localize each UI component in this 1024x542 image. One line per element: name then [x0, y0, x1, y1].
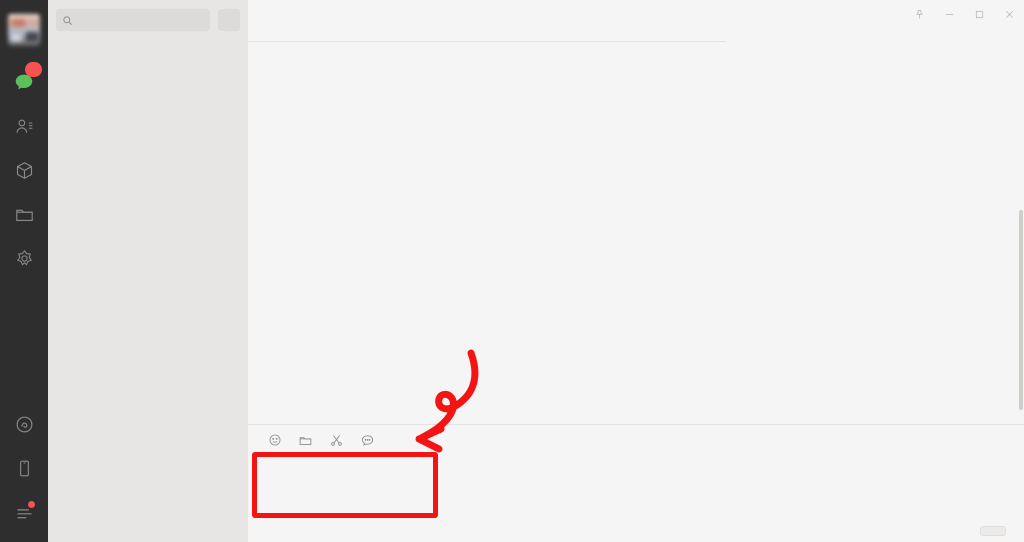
contacts-icon: [16, 119, 32, 133]
mini-program-icon: [16, 416, 32, 432]
sidebar-item-chats[interactable]: [0, 60, 48, 104]
pin-icon: [915, 9, 923, 19]
send-button-wrap: [980, 526, 1006, 536]
chat-history-icon: [361, 434, 374, 446]
maximize-button[interactable]: [964, 0, 994, 28]
chat-history-button[interactable]: [360, 433, 375, 448]
send-file-button[interactable]: [298, 433, 313, 448]
emoji-button[interactable]: [268, 433, 282, 447]
emoji-icon: [269, 434, 281, 446]
chat-list-panel: [48, 0, 248, 542]
close-button[interactable]: [994, 0, 1024, 28]
moments-atom-icon: [16, 249, 32, 266]
close-icon: [1005, 10, 1013, 18]
search-bar: [48, 0, 248, 40]
composer: [248, 424, 1024, 542]
maximize-icon: [975, 10, 983, 18]
send-button[interactable]: [980, 526, 1006, 536]
add-chat-button[interactable]: [218, 9, 240, 31]
sidebar-item-moments[interactable]: [0, 236, 48, 280]
wechat-window: [0, 0, 1024, 542]
sidebar-item-files[interactable]: [0, 192, 48, 236]
pin-button[interactable]: [904, 0, 934, 28]
minimize-button[interactable]: [934, 0, 964, 28]
files-folder-icon: [15, 209, 33, 221]
search-icon: [63, 15, 72, 25]
left-icon-rail: [0, 0, 48, 542]
composer-toolbar: [248, 425, 1024, 451]
message-scroll-area[interactable]: [248, 42, 1024, 424]
sidebar-item-contacts[interactable]: [0, 104, 48, 148]
favorites-box-icon: [16, 161, 32, 179]
search-input[interactable]: [56, 9, 210, 31]
sidebar-item-phone[interactable]: [0, 446, 48, 490]
phone-icon: [19, 460, 29, 476]
message-input[interactable]: [248, 451, 1024, 542]
avatar[interactable]: [8, 14, 40, 46]
message-scrollbar[interactable]: [1019, 210, 1023, 410]
folder-icon: [299, 436, 312, 445]
sidebar-item-favorites[interactable]: [0, 148, 48, 192]
conversation-titlebar: [248, 0, 1024, 42]
sidebar-item-menu[interactable]: [0, 490, 48, 534]
minimize-icon: [945, 13, 953, 15]
window-controls: [904, 0, 1024, 28]
screenshot-button[interactable]: [329, 433, 344, 448]
screenshot-scissors-icon: [331, 434, 342, 446]
rail-bottom-group: [0, 402, 48, 542]
sidebar-item-mini-programs[interactable]: [0, 402, 48, 446]
menu-dot-badge: [28, 501, 35, 508]
conversation-panel: [248, 0, 1024, 542]
unread-badge: [25, 62, 42, 77]
